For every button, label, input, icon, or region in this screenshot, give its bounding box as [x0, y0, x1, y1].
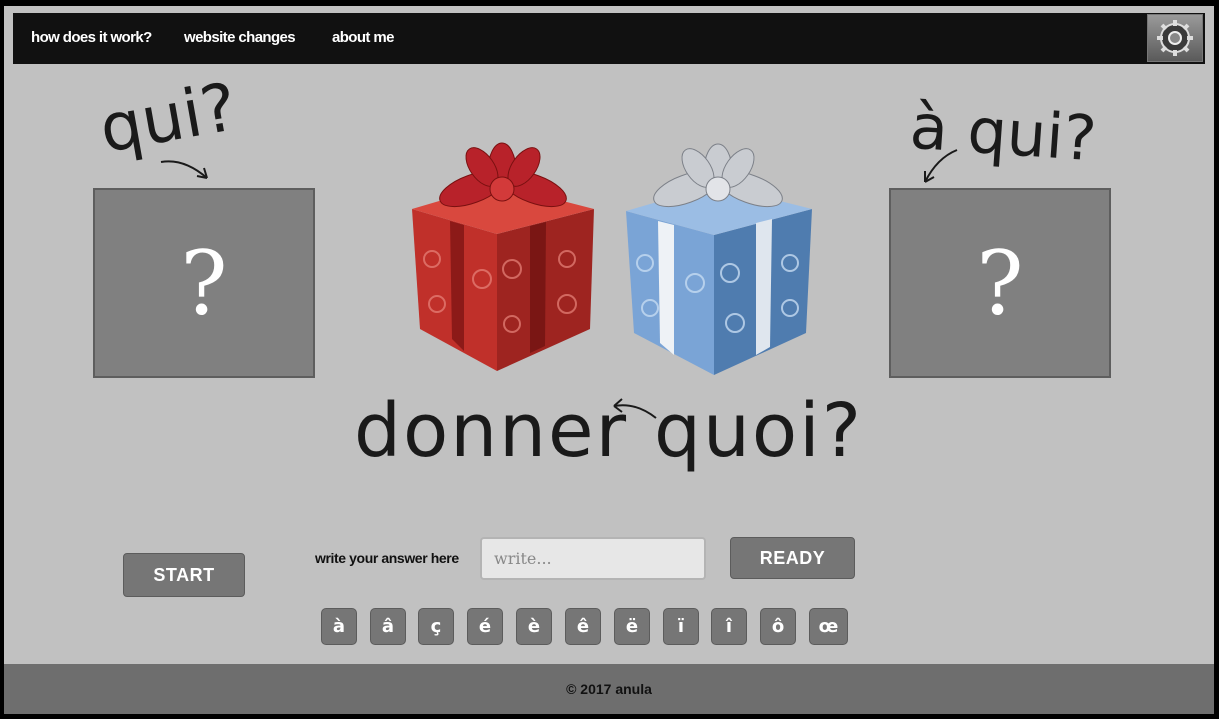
nav-about-me[interactable]: about me	[332, 29, 394, 46]
arrow-left-curved-icon	[613, 398, 657, 419]
char-button-i-diaeresis[interactable]: ï	[663, 608, 699, 645]
answer-input[interactable]	[480, 537, 706, 580]
char-button-a-circumflex[interactable]: â	[370, 608, 406, 645]
footer: © 2017 anula	[4, 664, 1214, 714]
char-button-a-grave[interactable]: à	[321, 608, 357, 645]
answer-label: write your answer here	[315, 550, 459, 566]
char-button-e-acute[interactable]: é	[467, 608, 503, 645]
char-button-i-circumflex[interactable]: î	[711, 608, 747, 645]
arrow-down-left-icon	[924, 149, 958, 183]
char-button-c-cedilla[interactable]: ç	[418, 608, 454, 645]
gear-icon	[1157, 20, 1193, 56]
char-button-oe[interactable]: œ	[809, 608, 848, 645]
who-box[interactable]: ?	[93, 188, 315, 378]
top-navigation: how does it work? website changes about …	[13, 13, 1205, 64]
app-frame: how does it work? website changes about …	[4, 6, 1214, 714]
left-heading: qui?	[94, 68, 243, 168]
to-whom-box[interactable]: ?	[889, 188, 1111, 378]
who-placeholder: ?	[180, 231, 228, 335]
arrow-down-right-icon	[160, 160, 208, 179]
to-whom-placeholder: ?	[976, 231, 1024, 335]
settings-button[interactable]	[1147, 14, 1203, 62]
char-button-e-diaeresis[interactable]: ë	[614, 608, 650, 645]
blue-gift-icon	[626, 143, 812, 375]
start-button[interactable]: START	[123, 553, 245, 597]
char-button-e-circumflex[interactable]: ê	[565, 608, 601, 645]
red-gift-icon	[412, 142, 594, 371]
ready-button[interactable]: READY	[730, 537, 855, 579]
char-button-e-grave[interactable]: è	[516, 608, 552, 645]
copyright-text: © 2017 anula	[566, 681, 652, 697]
verb-heading: donner	[354, 388, 628, 474]
nav-how-it-works[interactable]: how does it work?	[31, 29, 152, 46]
nav-website-changes[interactable]: website changes	[184, 29, 296, 46]
question-heading: quoi?	[654, 388, 863, 474]
char-button-o-circumflex[interactable]: ô	[760, 608, 796, 645]
